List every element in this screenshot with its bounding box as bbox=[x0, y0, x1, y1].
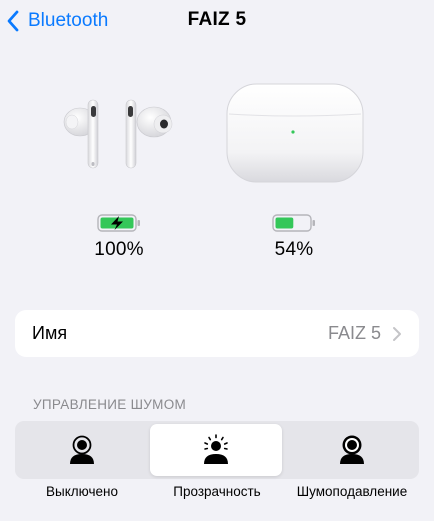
noise-option-off[interactable] bbox=[15, 421, 149, 479]
earbuds-image bbox=[63, 99, 173, 169]
person-noise-cancellation-icon bbox=[340, 435, 364, 464]
earbuds-battery-percent: 100% bbox=[94, 239, 144, 260]
navigation-bar: Bluetooth FAIZ 5 bbox=[0, 0, 434, 44]
case-battery-percent: 54% bbox=[274, 239, 314, 260]
charging-case-image bbox=[226, 83, 364, 183]
noise-option-transparency[interactable] bbox=[150, 424, 282, 476]
case-battery: 54% bbox=[234, 213, 354, 261]
noise-option-transparency-label: Прозрачность bbox=[173, 484, 261, 499]
name-label: Имя bbox=[32, 323, 68, 343]
noise-control-segmented-control bbox=[15, 421, 419, 479]
noise-option-cancellation-label: Шумоподавление bbox=[296, 484, 408, 499]
earbuds-battery: 100% bbox=[59, 213, 179, 261]
name-value: FAIZ 5 bbox=[327, 323, 381, 343]
person-transparency-icon bbox=[204, 434, 228, 464]
noise-option-off-label: Выключено bbox=[46, 484, 118, 499]
noise-control-header: УПРАВЛЕНИЕ ШУМОМ bbox=[33, 397, 187, 412]
chevron-right-icon bbox=[393, 327, 401, 341]
noise-option-cancellation[interactable] bbox=[285, 421, 419, 479]
battery-icon bbox=[272, 214, 315, 232]
person-off-icon bbox=[70, 435, 94, 464]
name-row[interactable]: Имя FAIZ 5 bbox=[15, 310, 419, 357]
battery-charging-icon bbox=[97, 214, 140, 232]
page-title: FAIZ 5 bbox=[187, 9, 247, 30]
